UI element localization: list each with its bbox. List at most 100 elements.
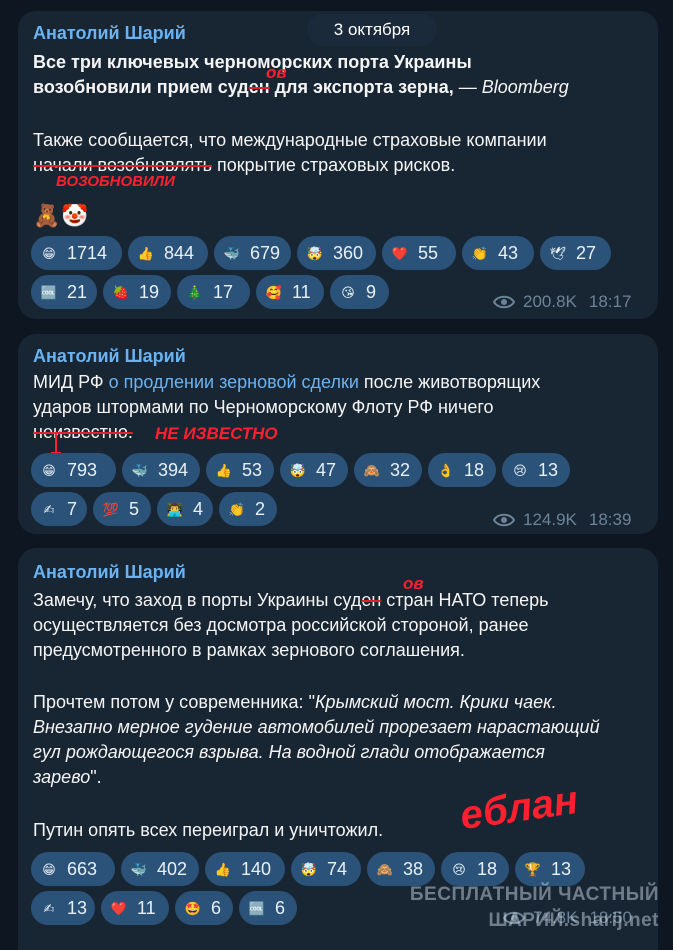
- reaction-count: 74: [327, 858, 348, 879]
- reaction-whale[interactable]: 🐳 679: [214, 236, 291, 270]
- exploding-head-emoji-icon: 🤯: [300, 861, 318, 877]
- reaction-count: 32: [390, 459, 411, 480]
- crying-emoji-icon: 😢: [452, 861, 466, 877]
- reaction-laugh[interactable]: 😁 793: [31, 453, 116, 487]
- grain-deal-link[interactable]: о продлении зерновой сделки: [109, 372, 359, 392]
- message-headline-line2: возобновили прием суден для экспорта зер…: [33, 77, 569, 97]
- hundred-emoji-icon: 💯: [102, 501, 120, 517]
- reaction-smiling-hearts[interactable]: 🥰 11: [256, 275, 324, 309]
- laugh-emoji-icon: 😁: [42, 861, 56, 877]
- reaction-count: 844: [164, 242, 195, 263]
- reaction-cool[interactable]: 🆒 21: [31, 275, 97, 309]
- reaction-strawberry[interactable]: 🍓 19: [103, 275, 171, 309]
- reaction-count: 4: [193, 498, 204, 519]
- reaction-thumbs-up[interactable]: 👍 844: [128, 236, 208, 270]
- strawberry-emoji-icon: 🍓: [112, 284, 130, 300]
- reaction-count: 13: [551, 858, 572, 879]
- reaction-see-no-evil[interactable]: 🙈 32: [354, 453, 422, 487]
- reaction-count: 6: [275, 897, 286, 918]
- message-author[interactable]: Анатолий Шарий: [33, 346, 186, 367]
- reaction-count: 17: [213, 281, 234, 302]
- reaction-crying[interactable]: 😢 18: [441, 852, 509, 886]
- laugh-emoji-icon: 😁: [42, 245, 56, 261]
- reaction-count: 140: [241, 858, 272, 879]
- view-count: 200.8K: [523, 292, 577, 311]
- reaction-exploding-head[interactable]: 🤯 360: [297, 236, 376, 270]
- writing-hand-emoji-icon: ✍: [43, 501, 55, 517]
- smiling-hearts-emoji-icon: 🥰: [265, 284, 283, 300]
- reaction-ok-hand[interactable]: 👌 18: [428, 453, 496, 487]
- message-bubble-1[interactable]: Анатолий Шарий Все три ключевых черномор…: [18, 11, 658, 319]
- reaction-christmas-tree[interactable]: 🎄 17: [177, 275, 250, 309]
- reaction-count: 5: [129, 498, 140, 519]
- reaction-whale[interactable]: 🐳 402: [121, 852, 199, 886]
- reaction-cool[interactable]: 🆒 6: [239, 891, 297, 925]
- message-text-line2: осуществляется без досмотра российской с…: [33, 615, 529, 635]
- reaction-heart[interactable]: ❤️ 11: [101, 891, 169, 925]
- dove-emoji-icon: 🕊: [549, 245, 567, 261]
- message-time: 18:39: [588, 510, 632, 529]
- thumbs-up-emoji-icon: 👍: [215, 462, 233, 478]
- reaction-heart[interactable]: ❤️ 55: [382, 236, 456, 270]
- handwritten-annotation: ов: [403, 574, 424, 593]
- reaction-kiss[interactable]: 😘 9: [330, 275, 389, 309]
- handwritten-annotation: НЕ ИЗВЕСТНО: [155, 424, 278, 443]
- reaction-count: 9: [366, 281, 377, 302]
- reaction-star-struck[interactable]: 🤩 6: [175, 891, 233, 925]
- whale-emoji-icon: 🐳: [223, 245, 241, 261]
- message-author[interactable]: Анатолий Шарий: [33, 562, 186, 583]
- see-no-evil-emoji-icon: 🙈: [376, 861, 394, 877]
- message-quote-line2: Внезапно мерное гудение автомобилей прор…: [33, 717, 600, 737]
- reaction-whale[interactable]: 🐳 394: [122, 453, 200, 487]
- message-headline: Все три ключевых черноморских порта Укра…: [33, 52, 472, 72]
- heart-emoji-icon: ❤️: [110, 900, 128, 916]
- reaction-count: 2: [255, 498, 266, 519]
- reaction-clap[interactable]: 👏 43: [462, 236, 534, 270]
- laugh-emoji-icon: 😁: [42, 462, 56, 478]
- reaction-technologist[interactable]: 👨‍💻 4: [157, 492, 213, 526]
- reaction-dove[interactable]: 🕊 27: [540, 236, 611, 270]
- teddy-bear-emoji: 🧸: [33, 203, 61, 228]
- reaction-trophy[interactable]: 🏆 13: [515, 852, 585, 886]
- reaction-count: 27: [576, 242, 597, 263]
- see-no-evil-emoji-icon: 🙈: [363, 462, 381, 478]
- reaction-crying[interactable]: 😢 13: [502, 453, 570, 487]
- reaction-count: 47: [316, 459, 337, 480]
- reaction-count: 43: [498, 242, 519, 263]
- reaction-clap[interactable]: 👏 2: [219, 492, 277, 526]
- message-bubble-2[interactable]: Анатолий Шарий МИД РФ о продлении зернов…: [18, 334, 658, 534]
- message-time: 18:17: [588, 292, 632, 311]
- reaction-count: 18: [477, 858, 498, 879]
- reaction-see-no-evil[interactable]: 🙈 38: [367, 852, 435, 886]
- heart-emoji-icon: ❤️: [391, 245, 409, 261]
- reaction-writing-hand[interactable]: ✍ 7: [31, 492, 87, 526]
- reaction-laugh[interactable]: 😁 1714: [31, 236, 122, 270]
- reaction-writing-hand[interactable]: ✍ 13: [31, 891, 95, 925]
- message-meta: 124.9K 18:39: [493, 510, 631, 530]
- reaction-exploding-head[interactable]: 🤯 74: [291, 852, 361, 886]
- reaction-count: 360: [333, 242, 364, 263]
- cool-emoji-icon: 🆒: [248, 900, 266, 916]
- reaction-count: 13: [67, 897, 88, 918]
- reaction-count: 18: [464, 459, 485, 480]
- writing-hand-emoji-icon: ✍: [43, 900, 55, 916]
- trophy-emoji-icon: 🏆: [524, 861, 542, 877]
- reaction-thumbs-up[interactable]: 👍 140: [205, 852, 285, 886]
- reaction-laugh[interactable]: 😁 663: [31, 852, 115, 886]
- message-text-line2: ударов штормами по Черноморскому Флоту Р…: [33, 397, 494, 417]
- ok-hand-emoji-icon: 👌: [437, 462, 455, 478]
- reaction-exploding-head[interactable]: 🤯 47: [280, 453, 348, 487]
- message-quote-line1: Прочтем потом у современника: "Крымский …: [33, 692, 557, 712]
- reaction-count: 402: [157, 858, 188, 879]
- reaction-count: 38: [403, 858, 424, 879]
- reaction-count: 21: [67, 281, 88, 302]
- message-author[interactable]: Анатолий Шарий: [33, 23, 186, 44]
- reaction-hundred[interactable]: 💯 5: [93, 492, 151, 526]
- reaction-thumbs-up[interactable]: 👍 53: [206, 453, 274, 487]
- reaction-count: 11: [292, 281, 311, 302]
- reaction-count: 55: [418, 242, 439, 263]
- watermark: БЕСПЛАТНЫЙ ЧАСТНЫЙ ШАРИЙ.sharij.net: [410, 882, 659, 934]
- message-quote-line3: гул рождающегося взрыва. На водной глади…: [33, 742, 545, 762]
- star-struck-emoji-icon: 🤩: [184, 900, 202, 916]
- reaction-count: 11: [137, 897, 156, 918]
